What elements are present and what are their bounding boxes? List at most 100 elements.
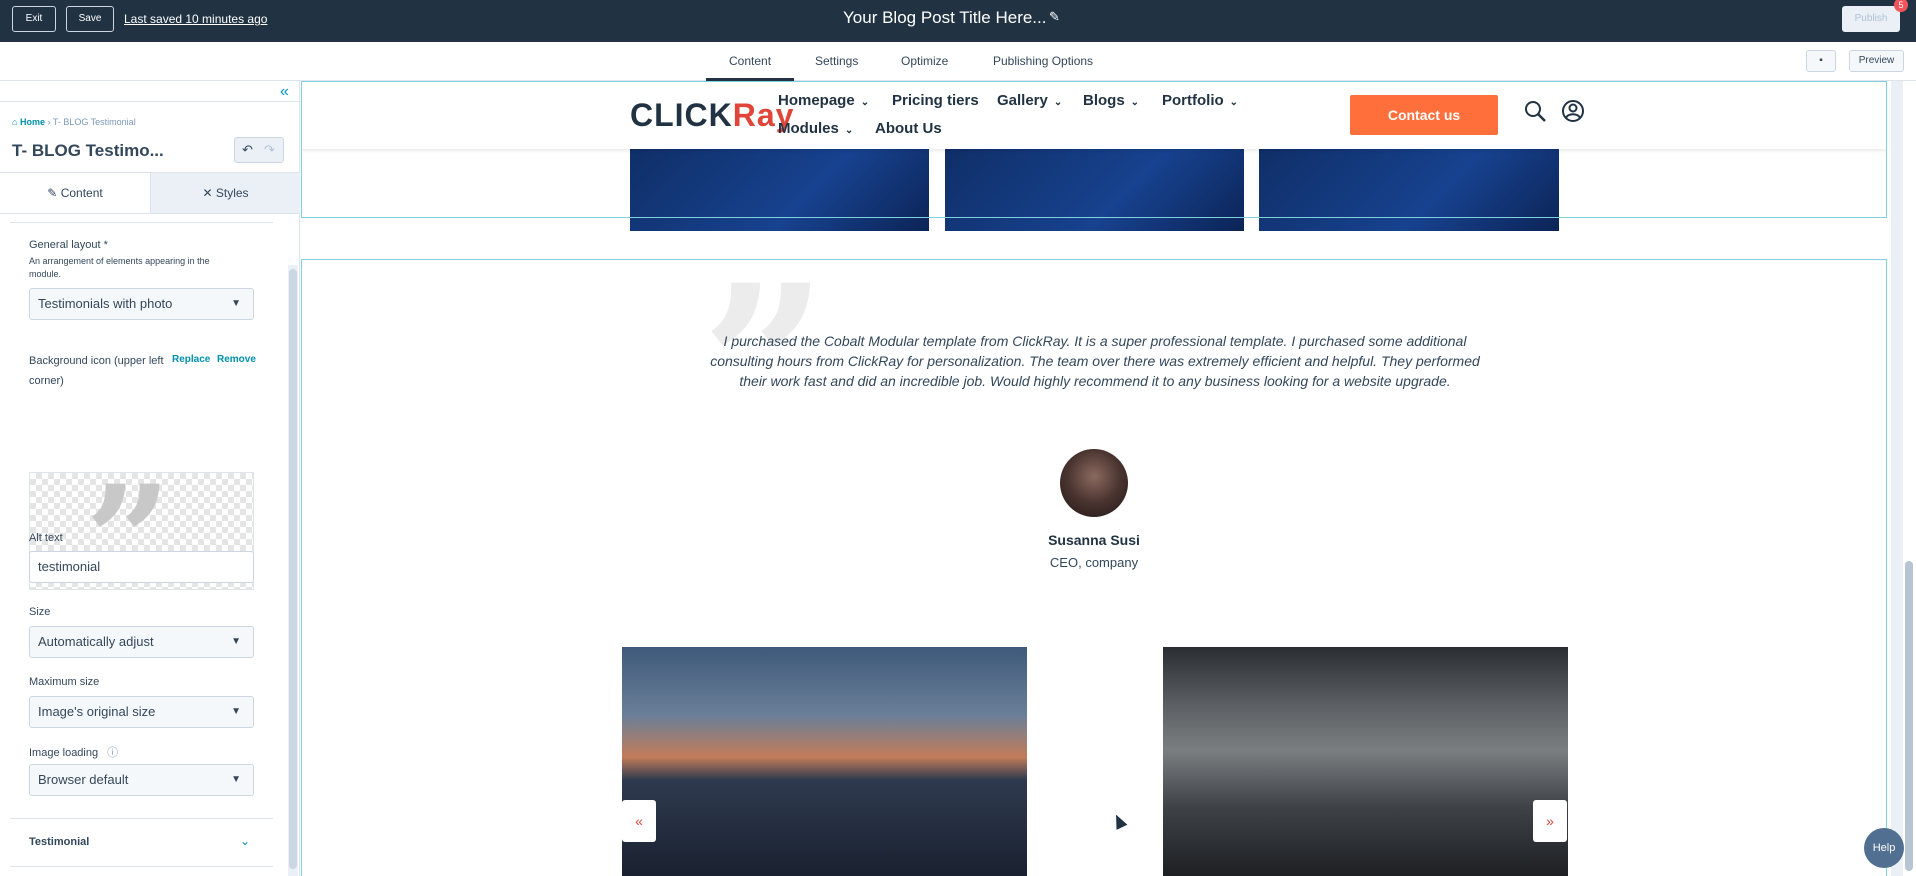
- chevron-down-icon: ▼: [231, 298, 241, 309]
- breadcrumb-home[interactable]: Home: [20, 117, 45, 127]
- tab-publishing-options[interactable]: Publishing Options: [993, 54, 1093, 68]
- chevron-down-icon: ▼: [231, 774, 241, 785]
- canvas-scrollbar[interactable]: [1905, 561, 1913, 871]
- testimonial-name: Susanna Susi: [1048, 532, 1140, 548]
- nav-pricing-tiers[interactable]: Pricing tiers: [892, 92, 979, 109]
- testimonial-photo-office: [1163, 647, 1568, 876]
- chevron-down-icon: ⌄: [860, 97, 870, 108]
- site-header[interactable]: CLICKRay Homepage ⌄ Pricing tiers Gallery…: [301, 81, 1887, 149]
- replace-link[interactable]: Replace: [172, 354, 210, 365]
- max-size-value: Image's original size: [38, 704, 156, 719]
- tab-optimize[interactable]: Optimize: [901, 54, 948, 68]
- nav-about-us[interactable]: About Us: [875, 120, 942, 137]
- editor-tabs: Content Settings Optimize Publishing Opt…: [0, 42, 1916, 81]
- save-button[interactable]: Save: [66, 6, 114, 32]
- nav-modules[interactable]: Modules ⌄: [778, 120, 853, 137]
- tab-content[interactable]: Content: [729, 54, 771, 68]
- logo-text-a: CLICK: [630, 97, 733, 133]
- tab-settings[interactable]: Settings: [815, 54, 858, 68]
- divider: [10, 222, 273, 223]
- image-loading-value: Browser default: [38, 772, 129, 787]
- canvas-scrollbar-track: [1891, 81, 1903, 876]
- blog-card-image[interactable]: [1259, 141, 1559, 231]
- blog-card-image[interactable]: [945, 141, 1244, 231]
- divider: [10, 818, 273, 819]
- max-size-select[interactable]: Image's original size ▼: [29, 696, 254, 728]
- panel-tab-content[interactable]: ✎ Content: [0, 173, 150, 213]
- panel-tab-styles[interactable]: ✕ Styles: [150, 173, 300, 213]
- publish-button[interactable]: Publish: [1842, 6, 1900, 32]
- panel-tab-content-label: Content: [60, 186, 103, 200]
- module-heading: T- BLOG Testimo...: [12, 141, 164, 160]
- nav-blogs[interactable]: Blogs ⌄: [1083, 92, 1139, 109]
- carousel-prev-button[interactable]: «: [622, 800, 656, 842]
- help-button[interactable]: Help: [1864, 828, 1904, 868]
- nav-gallery[interactable]: Gallery ⌄: [997, 92, 1062, 109]
- testimonial-photo-city: [622, 647, 1027, 876]
- size-select[interactable]: Automatically adjust ▼: [29, 626, 254, 658]
- general-layout-value: Testimonials with photo: [38, 296, 173, 311]
- redo-icon[interactable]: ↷: [264, 142, 275, 158]
- image-loading-label-text: Image loading: [29, 747, 99, 759]
- image-loading-select[interactable]: Browser default ▼: [29, 764, 254, 796]
- edit-title-pencil-icon[interactable]: ✎: [1049, 9, 1060, 25]
- nav-homepage-label: Homepage: [778, 92, 855, 109]
- collapse-sidebar-icon[interactable]: «: [280, 83, 289, 101]
- alt-text-input[interactable]: testimonial: [29, 551, 254, 583]
- undo-redo-group: ↶ ↷: [234, 137, 284, 163]
- divider: [10, 866, 273, 867]
- user-account-icon[interactable]: [1561, 99, 1585, 123]
- comment-icon[interactable]: ▪: [1806, 50, 1836, 72]
- nav-blogs-label: Blogs: [1083, 92, 1125, 109]
- nav-gallery-label: Gallery: [997, 92, 1048, 109]
- blog-card-image[interactable]: [630, 141, 929, 231]
- chevron-down-icon: ⌄: [1229, 97, 1239, 108]
- background-icon-label: Background icon (upper left corner): [29, 355, 164, 387]
- breadcrumb-current: T- BLOG Testimonial: [52, 117, 136, 127]
- remove-link[interactable]: Remove: [217, 354, 256, 365]
- general-layout-select[interactable]: Testimonials with photo ▼: [29, 288, 254, 320]
- chevron-down-icon: ⌄: [1053, 97, 1063, 108]
- panel-tab-styles-label: Styles: [215, 186, 249, 200]
- clickray-logo[interactable]: CLICKRay: [630, 97, 794, 134]
- notification-badge: 5: [1894, 0, 1908, 12]
- size-value: Automatically adjust: [38, 634, 154, 649]
- nav-homepage[interactable]: Homepage ⌄: [778, 92, 869, 109]
- image-loading-label: Image loading ⓘ: [29, 744, 118, 760]
- max-size-label: Maximum size: [29, 676, 100, 688]
- top-bar: Exit Save Last saved 10 minutes ago Your…: [0, 0, 1916, 42]
- post-title[interactable]: Your Blog Post Title Here...: [843, 8, 1046, 28]
- chevron-down-icon: ⌄: [844, 125, 854, 136]
- breadcrumb: ⌂ Home › T- BLOG Testimonial: [12, 117, 136, 127]
- exit-button[interactable]: Exit: [12, 6, 56, 32]
- testimonial-section-toggle[interactable]: Testimonial: [29, 836, 89, 848]
- panel-tabs: ✎ Content ✕ Styles: [0, 172, 300, 214]
- chevron-down-icon[interactable]: ⌄: [240, 834, 250, 848]
- carousel-next-button[interactable]: »: [1533, 800, 1567, 842]
- chevron-down-icon: ▼: [231, 636, 241, 647]
- chevron-down-icon: ⌄: [1130, 97, 1140, 108]
- preview-button[interactable]: Preview: [1849, 50, 1904, 72]
- divider: [0, 101, 300, 102]
- pencil-icon: ✎: [47, 186, 58, 200]
- general-layout-help: An arrangement of elements appearing in …: [29, 256, 210, 279]
- contact-us-button[interactable]: Contact us: [1350, 95, 1498, 135]
- nav-portfolio-label: Portfolio: [1162, 92, 1224, 109]
- page-canvas: CLICKRay Homepage ⌄ Pricing tiers Gallery…: [301, 81, 1916, 876]
- info-icon[interactable]: ⓘ: [107, 747, 118, 759]
- last-saved-link[interactable]: Last saved 10 minutes ago: [124, 12, 267, 26]
- sidebar-scrollbar[interactable]: [289, 269, 297, 869]
- styles-icon: ✕: [202, 186, 213, 200]
- testimonial-quote: I purchased the Cobalt Modular template …: [710, 333, 1480, 389]
- avatar: [1060, 449, 1128, 517]
- size-label: Size: [29, 606, 51, 618]
- chevron-down-icon: ▼: [231, 706, 241, 717]
- undo-icon[interactable]: ↶: [242, 142, 253, 158]
- nav-modules-label: Modules: [778, 120, 839, 137]
- testimonial-role: CEO, company: [1049, 555, 1139, 570]
- general-layout-label: General layout *: [29, 239, 108, 251]
- nav-portfolio[interactable]: Portfolio ⌄: [1162, 92, 1238, 109]
- alt-text-label: Alt text: [29, 532, 63, 544]
- home-icon: ⌂: [12, 117, 18, 127]
- search-icon[interactable]: [1523, 99, 1547, 123]
